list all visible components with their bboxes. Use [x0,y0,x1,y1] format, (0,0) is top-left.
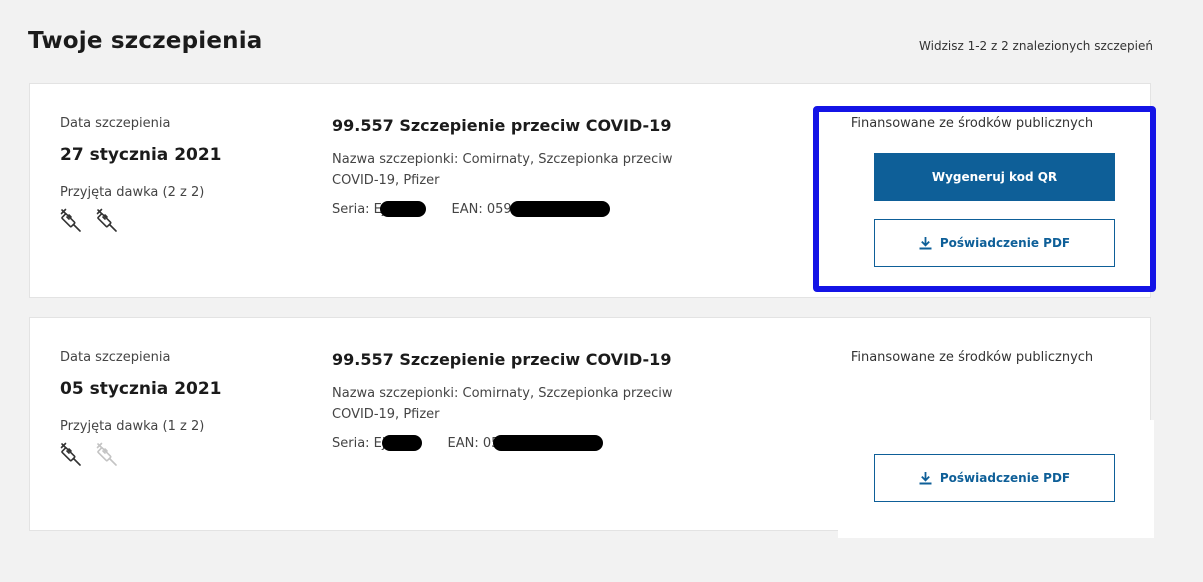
ean-code: EAN: 059 [452,201,610,217]
ean-code: EAN: 05 [448,435,604,451]
funding-label: Finansowane ze środków publicznych [850,350,1094,365]
ean-label: EAN: 059 [451,201,512,217]
download-icon [919,471,932,485]
pdf-button-wrapper: Poświadczenie PDF [874,454,1115,502]
redaction-mark [493,435,604,451]
syringe-icon [60,208,82,232]
dose-label: Przyjęta dawka (1 z 2) [60,419,205,434]
vaccine-name: Nazwa szczepionki: Comirnaty, Szczepionk… [332,152,673,188]
ean-label: EAN: 05 [447,435,500,451]
vaccination-date-column: Data szczepienia 05 stycznia 2021 Przyję… [60,350,222,466]
series-label: Seria: Ej [332,201,386,217]
dose-indicator [60,208,222,232]
dose-indicator [60,442,222,466]
vaccination-actions-column: Finansowane ze środków publicznych Wygen… [816,116,1134,267]
pdf-certificate-button[interactable]: Poświadczenie PDF [874,454,1115,502]
redaction-mark [509,201,610,217]
vaccine-codes: Seria: Ej EAN: 05 [332,435,732,451]
vaccination-date: 05 stycznia 2021 [60,379,222,399]
vaccination-info-column: 99.557 Szczepienie przeciw COVID-19 Nazw… [332,350,732,451]
redaction-mark [379,201,426,217]
generate-qr-button[interactable]: Wygeneruj kod QR [874,153,1115,201]
series-code: Seria: Ej [332,201,426,217]
redaction-mark [381,435,422,451]
vaccine-name: Nazwa szczepionki: Comirnaty, Szczepionk… [332,386,673,422]
syringe-icon [60,442,82,466]
pdf-button-label: Poświadczenie PDF [939,236,1071,250]
download-icon [919,236,932,250]
date-label: Data szczepienia [60,116,171,131]
series-code: Seria: Ej [332,435,422,451]
vaccine-codes: Seria: Ej EAN: 059 [332,201,732,217]
syringe-icon [96,208,118,232]
series-label: Seria: Ej [332,435,386,451]
result-count: Widzisz 1-2 z 2 znalezionych szczepień [919,39,1153,53]
syringe-icon [96,442,118,466]
dose-label: Przyjęta dawka (2 z 2) [60,185,205,200]
vaccination-date-column: Data szczepienia 27 stycznia 2021 Przyję… [60,116,222,232]
vaccination-title: 99.557 Szczepienie przeciw COVID-19 [332,116,672,135]
vaccination-actions-column: Finansowane ze środków publicznych [816,350,1134,365]
vaccination-date: 27 stycznia 2021 [60,145,222,165]
vaccinations-page: Twoje szczepienia Widzisz 1-2 z 2 znalez… [0,0,1203,582]
date-label: Data szczepienia [60,350,171,365]
vaccination-info-column: 99.557 Szczepienie przeciw COVID-19 Nazw… [332,116,732,217]
pdf-button-label: Poświadczenie PDF [939,471,1071,485]
pdf-certificate-button[interactable]: Poświadczenie PDF [874,219,1115,267]
funding-label: Finansowane ze środków publicznych [850,116,1094,131]
vaccination-title: 99.557 Szczepienie przeciw COVID-19 [332,350,672,369]
vaccination-card: Data szczepienia 27 stycznia 2021 Przyję… [29,83,1151,298]
page-title: Twoje szczepienia [28,28,263,54]
